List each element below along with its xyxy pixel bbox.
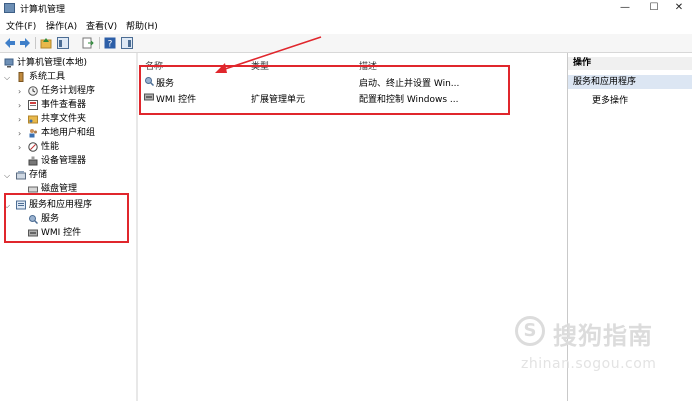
minimize-button[interactable]: — [614, 1, 636, 15]
collapsed-chevron-icon[interactable]: › [18, 85, 21, 98]
actions-header: 操作 [568, 57, 692, 70]
svg-text:?: ? [108, 40, 113, 50]
menu-view[interactable]: 查看(V) [86, 19, 117, 32]
sogou-logo-icon: S [515, 316, 545, 346]
users-icon [29, 129, 37, 138]
close-button[interactable]: ✕ [668, 1, 690, 15]
device-manager-icon [28, 156, 38, 166]
storage-icon [16, 171, 26, 180]
menu-action[interactable]: 操作(A) [46, 19, 77, 32]
forward-arrow-icon[interactable] [19, 37, 31, 49]
show-hide-tree-icon[interactable] [57, 37, 69, 49]
more-actions-link[interactable]: 更多操作 [592, 93, 628, 106]
pane-splitter[interactable] [136, 53, 138, 401]
event-viewer-icon [28, 100, 38, 110]
expanded-chevron-icon[interactable]: ⌵ [4, 71, 10, 84]
export-list-icon[interactable] [82, 37, 94, 49]
menu-file[interactable]: 文件(F) [6, 19, 36, 32]
maximize-button[interactable]: ☐ [643, 1, 665, 15]
annotation-arrow-icon [215, 36, 322, 73]
show-hide-action-pane-icon[interactable] [121, 37, 133, 49]
help-icon[interactable]: ? [104, 37, 116, 49]
clock-icon [28, 86, 38, 96]
shared-folder-icon [28, 115, 38, 124]
collapsed-chevron-icon[interactable]: › [18, 141, 21, 154]
performance-icon [28, 142, 38, 152]
watermark: S 搜狗指南 zhinan.sogou.com [515, 312, 685, 382]
up-folder-icon[interactable] [40, 37, 52, 49]
tools-icon [18, 72, 24, 82]
watermark-url: zhinan.sogou.com [521, 356, 657, 372]
console-tree: 计算机管理(本地) ⌵ 系统工具 › 任务计划程序 › 事件查看器 › 共享文件… [0, 53, 137, 401]
computer-management-icon [4, 3, 15, 13]
menu-bar: 文件(F) 操作(A) 查看(V) 帮助(H) [0, 17, 692, 33]
highlight-box-tree [4, 193, 129, 243]
detail-list: 名称 类型 描述 服务 启动、终止并设置 Win... WMI 控件 扩展管理单… [139, 36, 566, 401]
collapsed-chevron-icon[interactable]: › [18, 113, 21, 126]
window-title: 计算机管理 [20, 5, 66, 15]
back-arrow-icon[interactable] [4, 37, 16, 49]
collapsed-chevron-icon[interactable]: › [18, 127, 21, 140]
expanded-chevron-icon[interactable]: ⌵ [4, 169, 10, 182]
title-bar: 计算机管理 — ☐ ✕ [0, 0, 692, 17]
collapsed-chevron-icon[interactable]: › [18, 99, 21, 112]
toolbar: ? [0, 34, 692, 53]
actions-section-services-applications[interactable]: 服务和应用程序 [568, 75, 692, 89]
menu-help[interactable]: 帮助(H) [126, 19, 158, 32]
watermark-text: 搜狗指南 [553, 322, 653, 350]
computer-icon [4, 58, 14, 68]
